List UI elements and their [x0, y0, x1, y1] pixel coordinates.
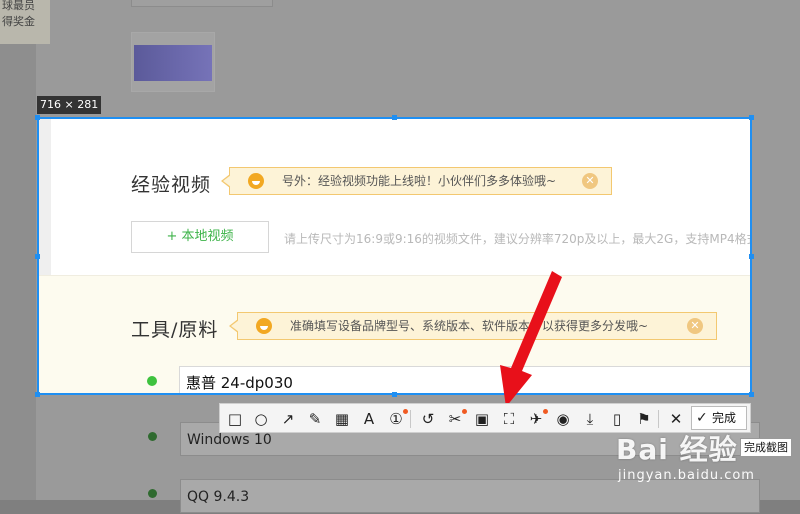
close-icon[interactable]: ✕: [666, 409, 686, 429]
dimmed-video-thumbnail: [131, 32, 215, 92]
tools-tip-banner: 准确填写设备品牌型号、系统版本、软件版本，以获得更多分发哦~ ✕: [229, 312, 717, 340]
close-icon[interactable]: ✕: [582, 173, 598, 189]
toolbar-separator: [410, 410, 411, 428]
new-feature-dot: [543, 409, 548, 414]
ellipse-icon[interactable]: ○: [251, 409, 271, 429]
record-icon[interactable]: ◉: [553, 409, 573, 429]
mosaic-icon[interactable]: ▦: [332, 409, 352, 429]
new-feature-dot: [462, 409, 467, 414]
video-tip-text: 号外：经验视频功能上线啦！小伙伴们多多体验哦~: [282, 174, 557, 188]
phone-icon[interactable]: ▯: [607, 409, 627, 429]
new-feature-dot: [403, 409, 408, 414]
done-button-label: 完成: [712, 411, 737, 425]
bullet-dot: [147, 376, 157, 386]
rectangle-icon[interactable]: □: [225, 409, 245, 429]
capture-region[interactable]: 经验视频 号外：经验视频功能上线啦！小伙伴们多多体验哦~ ✕ + 本地视频 请上…: [38, 118, 752, 395]
finish-screenshot-tooltip: 完成截图: [740, 438, 792, 457]
resize-handle-top-right[interactable]: [749, 115, 754, 120]
video-section-title: 经验视频: [131, 174, 212, 196]
tools-tip-text: 准确填写设备品牌型号、系统版本、软件版本，以获得更多分发哦~: [290, 319, 649, 333]
screenshot-toolbar: □ ○ ↗ ✎ ▦ A ① ↺ ✂ ▣ ⛶ ✈ ◉ ⤓ ▯ ⚑ ✕ ✓ 完成: [219, 403, 751, 433]
toolbar-separator: [658, 410, 659, 428]
thumbnail-image: [134, 45, 212, 81]
arrow-icon[interactable]: ↗: [278, 409, 298, 429]
resize-handle-top-left[interactable]: [35, 115, 40, 120]
side-card-line-1: 球最员: [2, 0, 35, 12]
upload-hint-text: 请上传尺寸为16:9或9:16的视频文件，建议分辨率720p及以上，最大2G，支…: [284, 232, 752, 246]
resize-handle-bottom-right[interactable]: [749, 392, 754, 397]
ocr-icon[interactable]: ▣: [472, 409, 492, 429]
resize-handle-bottom-left[interactable]: [35, 392, 40, 397]
smile-icon: [248, 173, 264, 189]
dimmed-left-panel: [0, 0, 36, 500]
done-button[interactable]: ✓ 完成: [691, 406, 747, 430]
long-screenshot-icon[interactable]: ⛶: [499, 409, 519, 429]
selection-size-label: 716 × 281: [37, 96, 102, 114]
dimmed-tool-row-2: QQ 9.4.3: [180, 479, 760, 513]
resize-handle-left[interactable]: [35, 254, 40, 259]
dimmed-bullet-dot: [148, 432, 157, 441]
smile-icon: [256, 318, 272, 334]
undo-icon[interactable]: ↺: [418, 409, 438, 429]
tool-item-input[interactable]: 惠普 24-dp030: [179, 366, 752, 395]
tools-section-title: 工具/原料: [131, 319, 219, 341]
text-icon[interactable]: A: [359, 409, 379, 429]
side-card-line-2: 得奖金: [2, 15, 35, 28]
resize-handle-bottom[interactable]: [392, 392, 397, 397]
red-arrow-annotation: [500, 271, 562, 407]
video-tip-banner: 号外：经验视频功能上线啦！小伙伴们多多体验哦~ ✕: [221, 167, 612, 195]
check-icon: ✓: [696, 410, 708, 426]
resize-handle-top[interactable]: [392, 115, 397, 120]
dimmed-side-card: 球最员 得奖金: [0, 0, 50, 44]
local-video-button[interactable]: + 本地视频: [131, 221, 269, 253]
bookmark-icon[interactable]: ⚑: [634, 409, 654, 429]
download-icon[interactable]: ⤓: [580, 409, 600, 429]
pen-icon[interactable]: ✎: [305, 409, 325, 429]
resize-handle-right[interactable]: [749, 254, 754, 259]
close-icon[interactable]: ✕: [687, 318, 703, 334]
dimmed-bullet-dot: [148, 489, 157, 498]
dimmed-input-box: [131, 0, 273, 7]
